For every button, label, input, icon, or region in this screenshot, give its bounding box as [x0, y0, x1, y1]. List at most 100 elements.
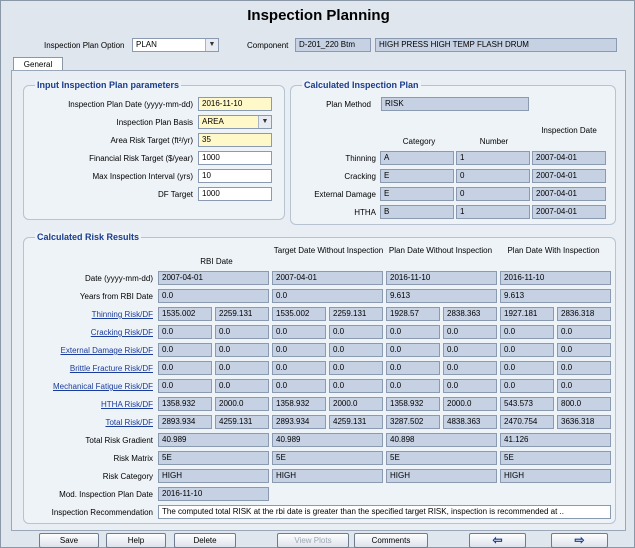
df-target-label: DF Target: [158, 190, 193, 199]
risk-row-link[interactable]: HTHA Risk/DF: [25, 400, 153, 409]
risk-value-cell: 0.0: [215, 379, 269, 393]
basis-value: AREA: [202, 117, 224, 126]
risk-value-cell: 1535.002: [158, 307, 212, 321]
risk-value-cell: 0.0: [158, 325, 212, 339]
cracking-number-cell: 0: [456, 169, 530, 183]
risk-value-cell: 0.0: [386, 379, 440, 393]
gradient-cell: 40.989: [272, 433, 383, 447]
arrow-left-icon: ⇦: [492, 533, 503, 547]
calculated-plan-title: Calculated Inspection Plan: [302, 80, 421, 90]
risk-value-cell: 3636.318: [557, 415, 611, 429]
risk-row-link[interactable]: Total Risk/DF: [25, 418, 153, 427]
risk-row-link[interactable]: Mechanical Fatigue Risk/DF: [25, 382, 153, 391]
plan-option-combo[interactable]: PLAN ▼: [132, 38, 219, 52]
tab-general[interactable]: General: [13, 57, 63, 71]
gradient-row-label: Total Risk Gradient: [85, 436, 153, 445]
risk-value-cell: 0.0: [272, 343, 326, 357]
matrix-cell: 5E: [386, 451, 497, 465]
col-plan-with-header: Plan Date With Inspection: [507, 246, 600, 255]
risk-value-cell: 1535.002: [272, 307, 326, 321]
risk-row-link[interactable]: Cracking Risk/DF: [25, 328, 153, 337]
risk-value-cell: 2893.934: [158, 415, 212, 429]
risk-value-cell: 0.0: [443, 361, 497, 375]
risk-value-cell: 0.0: [215, 343, 269, 357]
mod-date-label: Mod. Inspection Plan Date: [59, 490, 153, 499]
delete-button[interactable]: Delete: [174, 533, 236, 548]
risk-value-cell: 0.0: [500, 379, 554, 393]
risk-value-cell: 1927.181: [500, 307, 554, 321]
risk-value-cell: 1358.932: [386, 397, 440, 411]
risk-value-cell: 0.0: [329, 361, 383, 375]
matrix-row-label: Risk Matrix: [113, 454, 153, 463]
mod-date-field: 2016-11-10: [158, 487, 269, 501]
component-label: Component: [247, 41, 289, 50]
risk-value-cell: 0.0: [329, 325, 383, 339]
risk-value-cell: 0.0: [158, 361, 212, 375]
arrow-right-icon: ⇨: [574, 533, 585, 547]
risk-category-cell: HIGH: [272, 469, 383, 483]
matrix-cell: 5E: [500, 451, 611, 465]
area-risk-input[interactable]: 35: [198, 133, 272, 147]
risk-category-cell: HIGH: [500, 469, 611, 483]
window-title: Inspection Planning: [247, 7, 390, 24]
risk-row-link[interactable]: External Damage Risk/DF: [25, 346, 153, 355]
basis-label: Inspection Plan Basis: [116, 118, 194, 127]
plan-date-input[interactable]: 2016-11-10: [198, 97, 272, 111]
risk-value-cell: 0.0: [386, 361, 440, 375]
risk-value-cell: 4838.363: [443, 415, 497, 429]
external-damage-number-cell: 0: [456, 187, 530, 201]
risk-value-cell: 2000.0: [215, 397, 269, 411]
external-damage-category-cell: E: [380, 187, 454, 201]
basis-combo[interactable]: AREA ▼: [198, 115, 272, 129]
inspection-planning-window: Inspection Planning Inspection Plan Opti…: [0, 0, 635, 548]
risk-row-link[interactable]: Thinning Risk/DF: [25, 310, 153, 319]
chevron-down-icon[interactable]: ▼: [205, 39, 218, 51]
htha-date-cell: 2007-04-01: [532, 205, 606, 219]
risk-results-title: Calculated Risk Results: [35, 232, 142, 242]
back-button[interactable]: ⇦: [469, 533, 526, 548]
comments-button[interactable]: Comments: [354, 533, 428, 548]
risk-value-cell: 0.0: [500, 325, 554, 339]
save-button[interactable]: Save: [39, 533, 99, 548]
risk-value-cell: 2838.363: [443, 307, 497, 321]
chevron-down-icon[interactable]: ▼: [258, 116, 271, 128]
area-risk-label: Area Risk Target (ft²/yr): [110, 136, 193, 145]
risk-value-cell: 2893.934: [272, 415, 326, 429]
fin-risk-input[interactable]: 1000: [198, 151, 272, 165]
plan-option-value: PLAN: [136, 40, 157, 49]
external-damage-row-label: External Damage: [314, 190, 376, 199]
years-row-label: Years from RBI Date: [79, 292, 153, 301]
risk-value-cell: 0.0: [557, 343, 611, 357]
view-plots-button[interactable]: View Plots: [277, 533, 349, 548]
risk-value-cell: 0.0: [557, 379, 611, 393]
forward-button[interactable]: ⇨: [551, 533, 608, 548]
years-cell: 9.613: [500, 289, 611, 303]
help-button[interactable]: Help: [106, 533, 166, 548]
thinning-date-cell: 2007-04-01: [532, 151, 606, 165]
risk-value-cell: 0.0: [329, 379, 383, 393]
years-cell: 0.0: [272, 289, 383, 303]
input-parameters-title: Input Inspection Plan parameters: [35, 80, 182, 90]
thinning-category-cell: A: [380, 151, 454, 165]
risk-value-cell: 2259.131: [329, 307, 383, 321]
max-interval-input[interactable]: 10: [198, 169, 272, 183]
col-rbi-date-header: RBI Date: [200, 257, 233, 266]
matrix-cell: 5E: [158, 451, 269, 465]
matrix-cell: 5E: [272, 451, 383, 465]
col-date-header: Inspection Date: [541, 126, 597, 135]
risk-value-cell: 0.0: [215, 325, 269, 339]
risk-value-cell: 0.0: [386, 343, 440, 357]
df-target-input[interactable]: 1000: [198, 187, 272, 201]
component-id-field: D-201_220 Btm: [295, 38, 371, 52]
date-cell: 2016-11-10: [500, 271, 611, 285]
risk-value-cell: 0.0: [158, 379, 212, 393]
category-row-label: Risk Category: [102, 472, 153, 481]
date-cell: 2016-11-10: [386, 271, 497, 285]
cracking-row-label: Cracking: [344, 172, 376, 181]
cracking-category-cell: E: [380, 169, 454, 183]
years-cell: 0.0: [158, 289, 269, 303]
date-cell: 2007-04-01: [158, 271, 269, 285]
risk-row-link[interactable]: Brittle Fracture Risk/DF: [25, 364, 153, 373]
cracking-date-cell: 2007-04-01: [532, 169, 606, 183]
recommendation-field[interactable]: The computed total RISK at the rbi date …: [158, 505, 611, 519]
